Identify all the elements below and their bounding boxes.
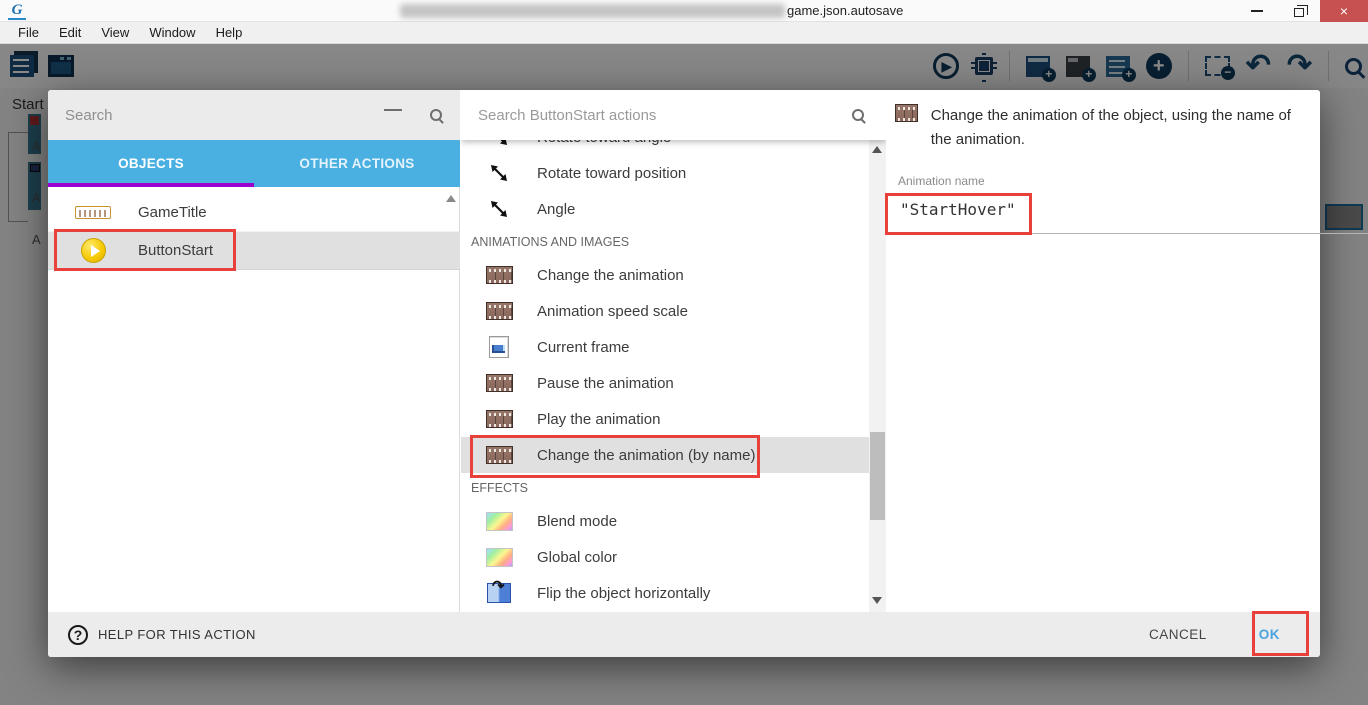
rotate-icon xyxy=(461,163,537,183)
animation-name-value[interactable]: "StartHover" xyxy=(900,200,1016,219)
menu-edit[interactable]: Edit xyxy=(49,23,91,42)
objects-tab-bar: OBJECTS OTHER ACTIONS xyxy=(48,140,460,187)
action-label: Angle xyxy=(537,201,575,218)
action-label: Pause the animation xyxy=(537,375,674,392)
window-controls: × xyxy=(1236,0,1368,22)
actions-panel: Rotate toward angleRotate toward positio… xyxy=(461,90,886,612)
action-label: Current frame xyxy=(537,339,630,356)
restore-button[interactable] xyxy=(1278,0,1320,22)
menu-bar: FileEditViewWindowHelp xyxy=(0,22,1368,44)
action-row[interactable]: Blend mode xyxy=(461,503,869,539)
minimize-icon xyxy=(1251,10,1263,12)
footer-buttons: CANCEL OK xyxy=(1149,627,1292,642)
menu-file[interactable]: File xyxy=(8,23,49,42)
objects-search-input[interactable] xyxy=(48,107,384,124)
frame-icon xyxy=(461,336,537,358)
action-label: Global color xyxy=(537,549,617,566)
help-button[interactable]: ? HELP FOR THIS ACTION xyxy=(48,625,256,645)
menu-help[interactable]: Help xyxy=(206,23,253,42)
flip-icon xyxy=(461,583,537,603)
actions-scrollbar[interactable] xyxy=(869,140,886,612)
action-editor-dialog: OBJECTS OTHER ACTIONS GameTitle ButtonSta… xyxy=(48,90,1320,657)
action-label: Blend mode xyxy=(537,513,617,530)
action-description: Change the animation of the object, usin… xyxy=(931,104,1311,152)
objects-panel: OBJECTS OTHER ACTIONS GameTitle ButtonSta… xyxy=(48,90,460,612)
game-title-thumbnail-icon xyxy=(48,206,138,219)
action-row[interactable]: Play the animation xyxy=(461,401,869,437)
cancel-button[interactable]: CANCEL xyxy=(1149,627,1207,642)
objects-search-bar xyxy=(48,90,460,140)
action-label: Play the animation xyxy=(537,411,660,428)
film-icon xyxy=(461,302,537,320)
rotate-icon xyxy=(461,199,537,219)
animation-name-label: Animation name xyxy=(898,174,985,188)
actions-search-input[interactable] xyxy=(461,107,852,124)
help-icon: ? xyxy=(68,625,88,645)
menu-view[interactable]: View xyxy=(91,23,139,42)
close-icon: × xyxy=(1340,3,1348,19)
action-row[interactable]: Angle xyxy=(461,191,869,227)
object-row-buttonstart[interactable]: ButtonStart xyxy=(48,232,460,270)
objects-list: GameTitle ButtonStart xyxy=(48,194,460,270)
ok-button[interactable]: OK xyxy=(1247,627,1292,642)
action-label: Change the animation (by name) xyxy=(537,447,755,464)
dialog-footer: ? HELP FOR THIS ACTION CANCEL OK xyxy=(48,612,1320,657)
actions-list: Rotate toward angleRotate toward positio… xyxy=(461,119,869,611)
window-title: game.json.autosave xyxy=(787,3,903,18)
tab-objects[interactable]: OBJECTS xyxy=(48,140,254,187)
action-row[interactable]: Global color xyxy=(461,539,869,575)
tab-other-actions[interactable]: OTHER ACTIONS xyxy=(254,140,460,187)
actions-search-bar xyxy=(461,90,886,140)
object-label: ButtonStart xyxy=(138,242,213,259)
action-label: Change the animation xyxy=(537,267,684,284)
action-row[interactable]: Animation speed scale xyxy=(461,293,869,329)
play-button-thumbnail-icon xyxy=(48,238,138,263)
menu-window[interactable]: Window xyxy=(139,23,205,42)
section-header: ANIMATIONS AND IMAGES xyxy=(461,227,869,257)
action-description-row: Change the animation of the object, usin… xyxy=(895,104,1311,152)
blurred-title-path xyxy=(400,4,785,18)
action-row[interactable]: Pause the animation xyxy=(461,365,869,401)
action-label: Animation speed scale xyxy=(537,303,688,320)
section-header: EFFECTS xyxy=(461,473,869,503)
search-icon[interactable] xyxy=(852,109,864,121)
filmstrip-icon xyxy=(895,104,918,122)
scroll-down-arrow[interactable] xyxy=(872,597,882,604)
action-row[interactable]: Rotate toward position xyxy=(461,155,869,191)
action-row[interactable]: Change the animation (by name) xyxy=(461,437,869,473)
action-detail-panel: Change the animation of the object, usin… xyxy=(886,90,1320,612)
search-icon[interactable] xyxy=(430,109,442,121)
restore-icon xyxy=(1294,8,1304,17)
action-label: Rotate toward position xyxy=(537,165,686,182)
gdevelop-window: G game.json.autosave × FileEditViewWindo… xyxy=(0,0,1368,705)
scrollbar-thumb[interactable] xyxy=(870,432,885,520)
action-row[interactable]: Flip the object horizontally xyxy=(461,575,869,611)
film-icon xyxy=(461,374,537,392)
rainbow-icon xyxy=(461,512,537,531)
objects-scroll-up-arrow[interactable] xyxy=(446,195,456,202)
close-button[interactable]: × xyxy=(1320,0,1368,22)
minimize-button[interactable] xyxy=(1236,0,1278,22)
film-icon xyxy=(461,446,537,464)
action-row[interactable]: Current frame xyxy=(461,329,869,365)
action-row[interactable]: Change the animation xyxy=(461,257,869,293)
title-bar: G game.json.autosave × xyxy=(0,0,1368,22)
gdevelop-logo-icon: G xyxy=(8,2,26,20)
object-label: GameTitle xyxy=(138,204,207,221)
film-icon xyxy=(461,410,537,428)
rainbow-icon xyxy=(461,548,537,567)
object-row-gametitle[interactable]: GameTitle xyxy=(48,194,460,232)
action-label: Flip the object horizontally xyxy=(537,585,710,602)
filter-icon[interactable] xyxy=(384,109,402,121)
input-underline xyxy=(894,233,1368,234)
film-icon xyxy=(461,266,537,284)
scroll-up-arrow[interactable] xyxy=(872,146,882,153)
